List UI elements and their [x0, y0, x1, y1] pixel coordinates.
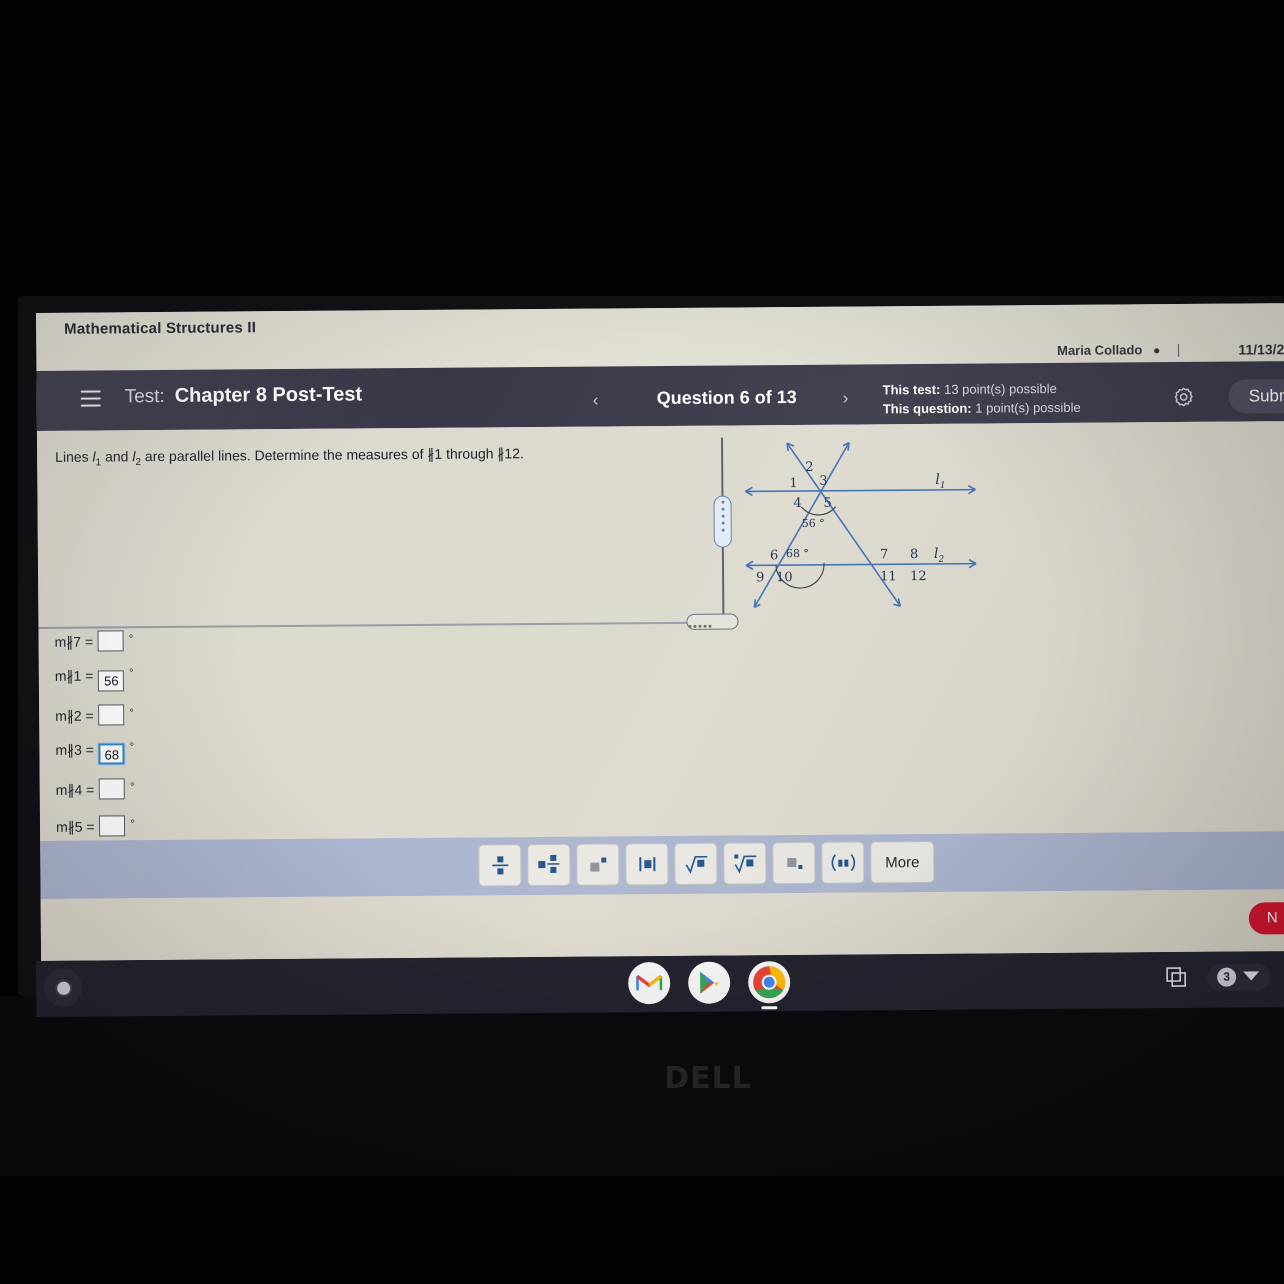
points-summary: This test: 13 point(s) possible This que…: [883, 379, 1081, 419]
more-button[interactable]: More: [870, 840, 935, 884]
next-question-button[interactable]: ›: [843, 389, 849, 409]
absolute-value-button[interactable]: [625, 843, 669, 886]
question-area: Lines l1 and l2 are parallel lines. Dete…: [36, 421, 1284, 841]
wifi-icon: [1242, 967, 1260, 986]
svg-text:12: 12: [910, 569, 927, 584]
answer-input[interactable]: [97, 630, 125, 652]
laptop-screen: Mathematical Structures II Maria Collado…: [36, 303, 1284, 961]
svg-text:68 °: 68 °: [786, 547, 809, 560]
prompt-text-2: and: [101, 448, 133, 465]
chrome-active-indicator: [761, 1006, 778, 1010]
math-palette: More: [478, 840, 935, 887]
nth-root-button[interactable]: [723, 842, 767, 885]
exponent-button[interactable]: [576, 843, 620, 886]
answer-label: m∦4 =: [55, 781, 95, 798]
gear-icon[interactable]: [1173, 386, 1195, 408]
question-prompt: Lines l1 and l2 are parallel lines. Dete…: [55, 445, 524, 468]
answer-label: m∦5 =: [55, 818, 95, 835]
launcher-icon[interactable]: [44, 968, 83, 1007]
degree-symbol: °: [128, 633, 134, 646]
question-counter: Question 6 of 13: [656, 387, 797, 409]
gmail-icon[interactable]: [628, 962, 671, 1005]
square-root-button[interactable]: [674, 842, 718, 886]
svg-text:3: 3: [819, 474, 827, 489]
submit-button[interactable]: Submit: [1228, 378, 1284, 414]
window-overview-icon[interactable]: [1159, 960, 1193, 994]
points-test-value: 13 point(s) possible: [943, 380, 1057, 397]
test-label: Test:: [124, 385, 165, 408]
chromeos-shelf: 3: [36, 951, 1284, 1017]
chrome-icon[interactable]: [748, 961, 791, 1010]
person-icon: ●: [1153, 343, 1161, 358]
user-strip-divider: |: [1176, 341, 1181, 358]
answer-row: m∦7 = °: [38, 626, 718, 668]
svg-text:7: 7: [880, 547, 888, 562]
degree-symbol: °: [129, 781, 135, 794]
fraction-button[interactable]: [478, 844, 522, 887]
user-name: Maria Collado: [1057, 342, 1143, 358]
answer-label: m∦2 =: [55, 707, 94, 724]
degree-symbol: °: [129, 707, 134, 720]
course-name: Mathematical Structures II: [64, 319, 257, 338]
svg-text:5: 5: [823, 496, 831, 511]
subscript-button[interactable]: [772, 841, 816, 885]
mixed-number-button[interactable]: [527, 843, 571, 887]
parentheses-button[interactable]: [821, 841, 865, 884]
next-button[interactable]: N: [1248, 901, 1284, 935]
answer-input[interactable]: [98, 704, 125, 726]
laptop-base: [0, 996, 1284, 1176]
answer-input[interactable]: 56: [98, 670, 125, 692]
svg-text:9: 9: [756, 570, 764, 585]
answer-input-focused[interactable]: 68: [98, 743, 125, 765]
geometry-figure: 1 2 3 4 5 6 7 8 9 10 11 12 56 ° 68 ° l1 …: [727, 427, 1008, 619]
svg-text:l2: l2: [934, 546, 945, 565]
shelf-app-list: [628, 961, 791, 1010]
svg-text:8: 8: [910, 547, 918, 562]
test-toolbar: Test: Chapter 8 Post-Test ‹ Question 6 o…: [36, 361, 1284, 431]
svg-text:l1: l1: [935, 472, 945, 491]
prompt-text-1: Lines: [55, 448, 93, 465]
degree-symbol: °: [130, 818, 135, 831]
math-palette-strip: More: [40, 831, 1284, 899]
prompt-text-3: are parallel lines. Determine the measur…: [140, 445, 524, 465]
points-question-label: This question:: [882, 400, 972, 417]
svg-text:6: 6: [770, 548, 778, 563]
svg-text:56 °: 56 °: [802, 517, 825, 530]
svg-text:10: 10: [776, 570, 793, 585]
answer-input[interactable]: [99, 778, 126, 800]
notification-count-badge: 3: [1217, 967, 1237, 987]
points-test-label: This test:: [882, 381, 941, 398]
answer-row: m∦4 = °: [40, 774, 720, 816]
answer-row: m∦1 = 56 °: [39, 663, 719, 705]
play-store-icon[interactable]: [688, 961, 731, 1004]
degree-symbol: °: [129, 667, 134, 680]
degree-symbol: °: [129, 741, 135, 754]
answer-input[interactable]: [99, 815, 126, 837]
hamburger-icon[interactable]: [80, 390, 101, 407]
answer-row: m∦3 = 68 °: [39, 737, 719, 779]
laptop-photo: DELL Mathematical Structures II Maria Co…: [0, 0, 1284, 1284]
test-title: Chapter 8 Post-Test: [174, 383, 363, 407]
answer-label: m∦7 =: [54, 633, 94, 650]
answer-label: m∦3 =: [55, 741, 95, 758]
answer-label: m∦1 =: [54, 667, 94, 684]
current-date: 11/13/2: [1238, 341, 1284, 358]
previous-question-button[interactable]: ‹: [593, 391, 599, 411]
status-tray-button[interactable]: 3: [1207, 962, 1271, 991]
shelf-status-tray: 3: [1159, 959, 1271, 994]
answer-list: m∦7 = ° m∦1 = 56 ° m∦2 = ° m∦3 = 68 ° m∦…: [38, 626, 720, 853]
dell-logo: DELL: [664, 1061, 752, 1096]
svg-text:2: 2: [805, 460, 813, 475]
points-question-value: 1 point(s) possible: [975, 399, 1081, 416]
lower-area: N: [40, 889, 1284, 961]
answer-row: m∦2 = °: [39, 700, 719, 742]
svg-text:11: 11: [880, 569, 897, 584]
svg-text:1: 1: [789, 476, 797, 491]
svg-text:4: 4: [793, 496, 801, 511]
